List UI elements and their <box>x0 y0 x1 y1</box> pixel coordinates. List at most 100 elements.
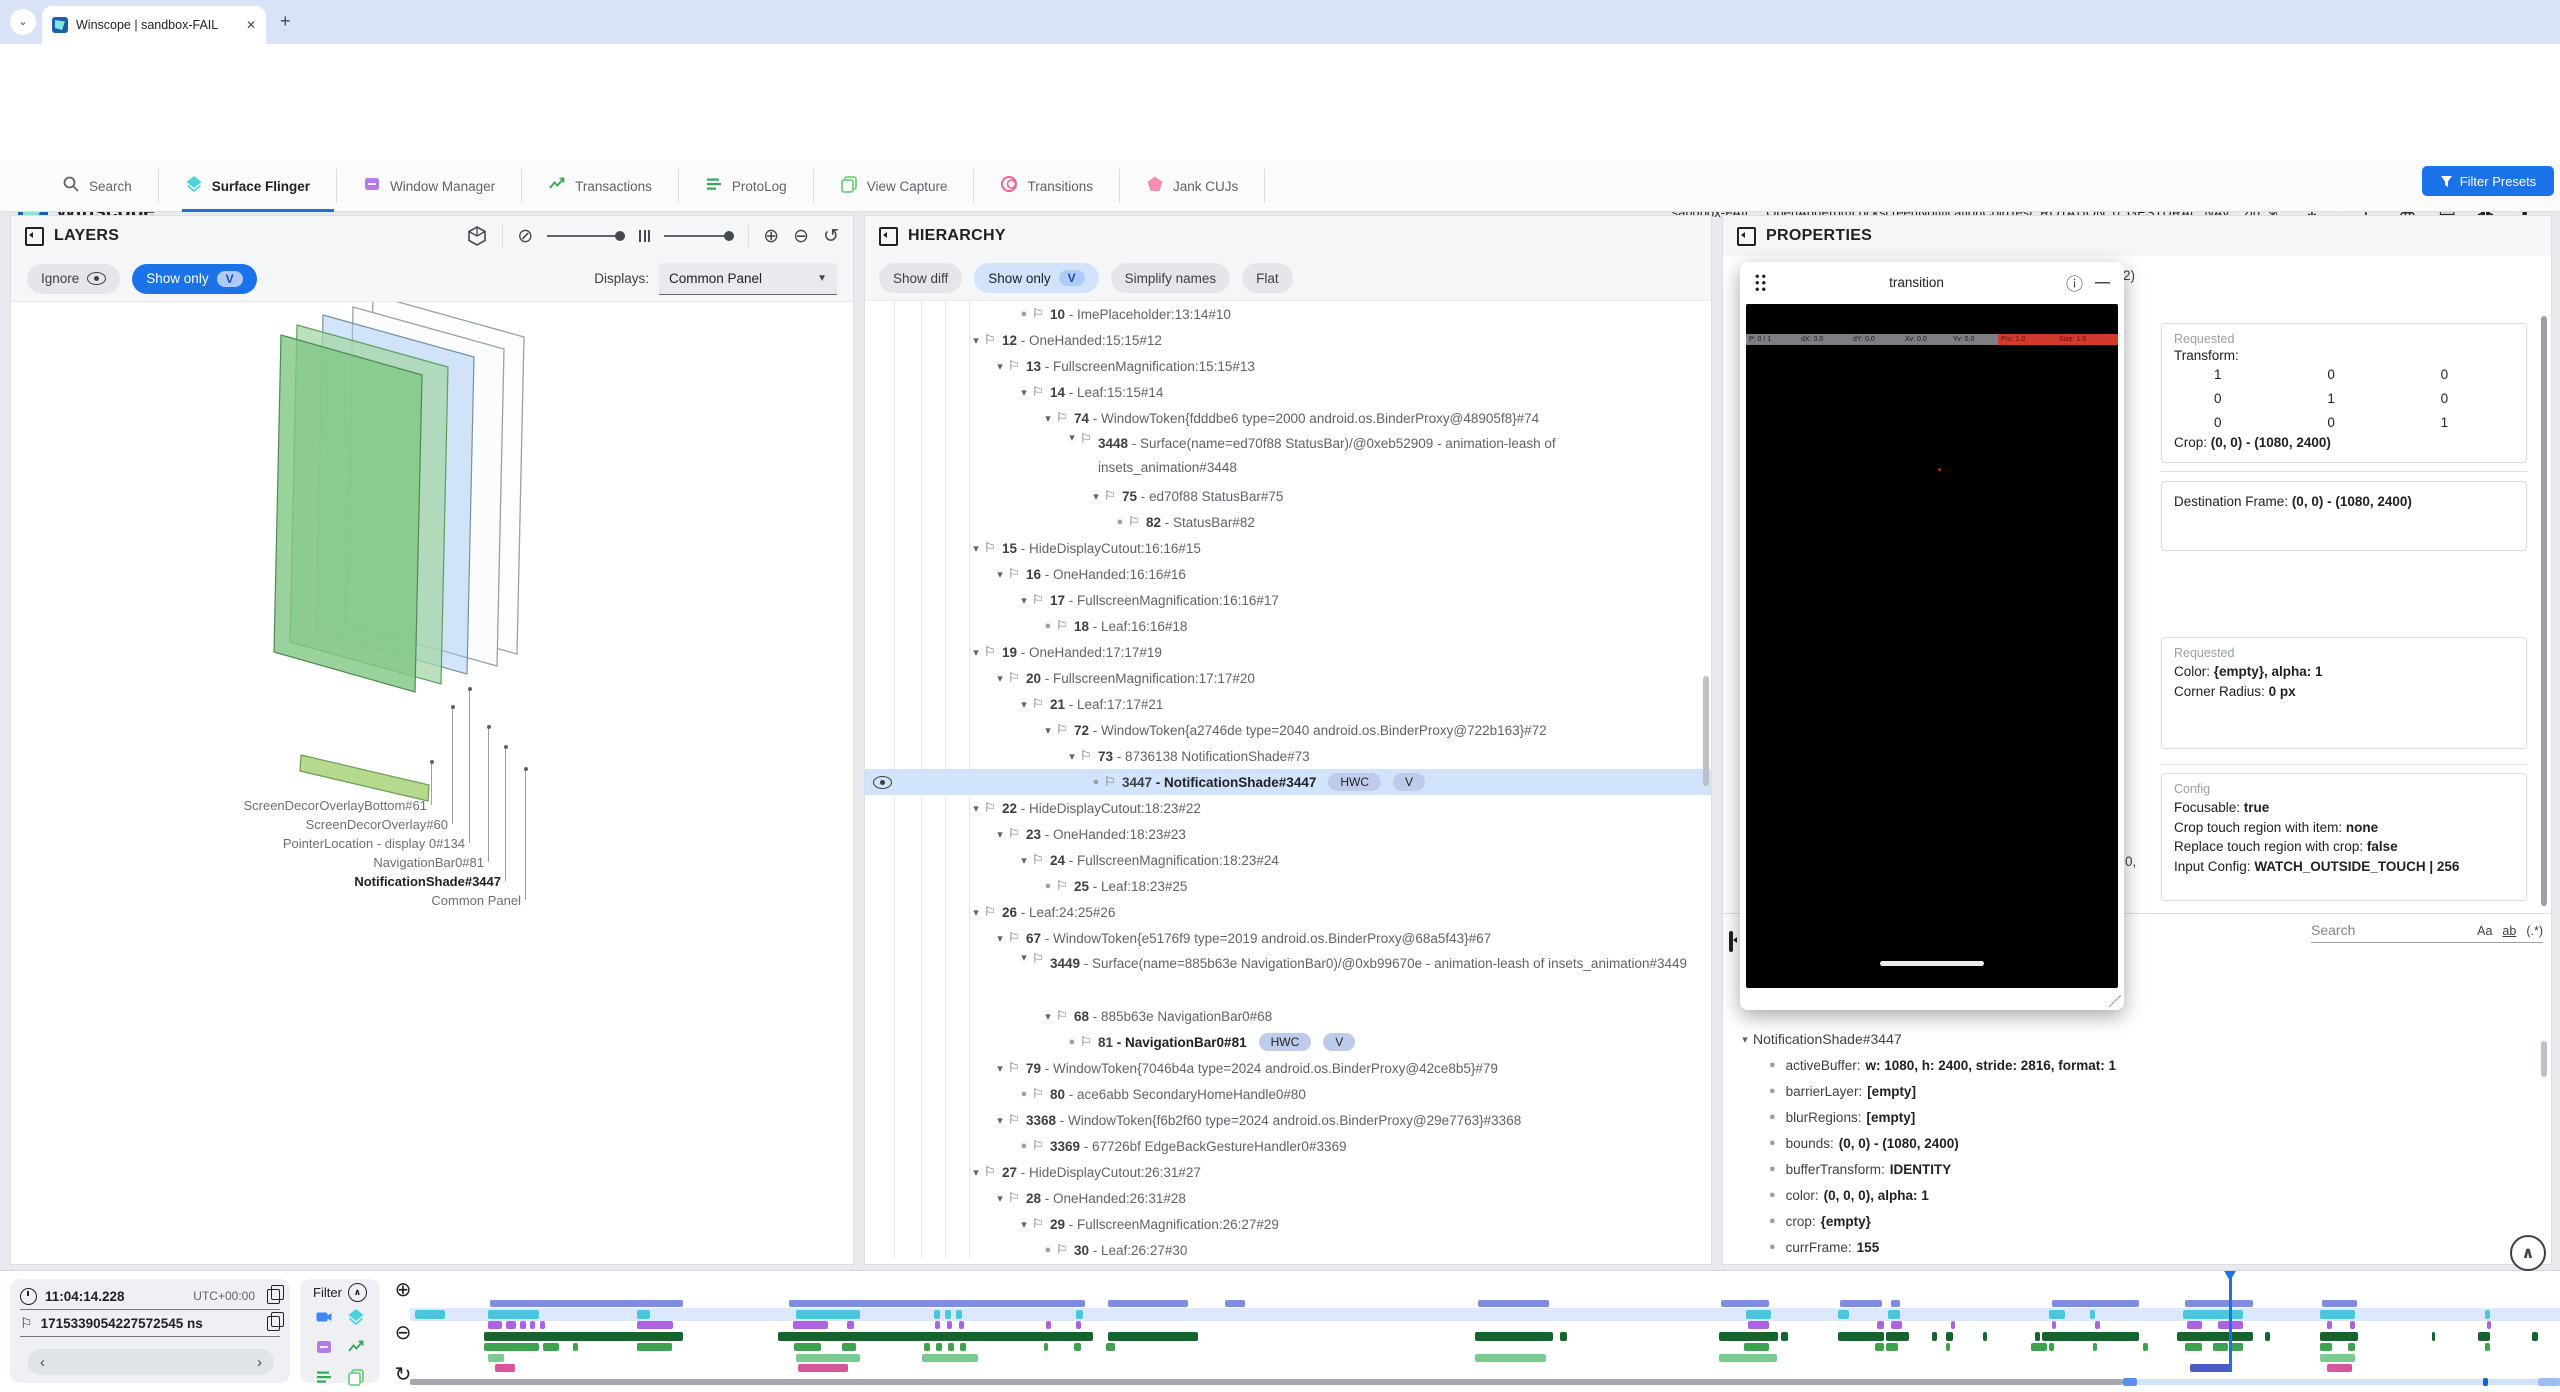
surface-flinger-track-segment[interactable] <box>796 1310 860 1319</box>
transactions-track-segment[interactable] <box>2035 1332 2040 1341</box>
zoom-out-icon[interactable]: ⊖ <box>793 227 809 246</box>
show-only-chip[interactable]: Show onlyV <box>132 264 256 294</box>
resize-handle-icon[interactable] <box>2109 995 2121 1007</box>
tab-surface-flinger[interactable]: Surface Flinger <box>159 169 337 203</box>
surface-flinger-track-segment[interactable] <box>2183 1310 2243 1319</box>
show-in-3d-eye-icon[interactable] <box>873 776 892 792</box>
view-capture-track-segment[interactable] <box>1719 1354 1777 1362</box>
screen-recording-track-segment[interactable] <box>2185 1300 2253 1307</box>
rotation-icon[interactable]: ⊘ <box>517 227 533 246</box>
properties-node-row[interactable]: ▾ NotificationShade#3447 <box>1723 1026 2545 1052</box>
timeline-minimap-light[interactable] <box>2137 1379 2560 1385</box>
caret-down-icon[interactable]: ▾ <box>992 828 1008 841</box>
surface-flinger-icon[interactable] <box>347 1308 365 1331</box>
caret-down-icon[interactable]: ▾ <box>1040 724 1056 737</box>
window-manager-track-segment[interactable] <box>2095 1321 2100 1329</box>
tree-row-18[interactable]: ●⚐18 - Leaf:16:16#18 <box>865 613 1711 639</box>
tree-row-16[interactable]: ▾⚐16 - OneHanded:16:16#16 <box>865 561 1711 587</box>
view-capture-track-segment[interactable] <box>922 1354 978 1362</box>
surface-flinger-track-segment[interactable] <box>945 1310 951 1319</box>
protolog-track-segment[interactable] <box>2143 1343 2148 1351</box>
transactions-icon[interactable] <box>347 1338 365 1361</box>
protolog-track-segment[interactable] <box>484 1343 539 1351</box>
caret-down-icon[interactable]: ▾ <box>1016 854 1032 867</box>
tree-row-80[interactable]: ●⚐80 - ace6abb SecondaryHomeHandle0#80 <box>865 1081 1711 1107</box>
caret-down-icon[interactable]: ▾ <box>1016 1218 1032 1231</box>
caret-down-icon[interactable]: ▾ <box>992 672 1008 685</box>
protolog-track-segment[interactable] <box>2485 1343 2490 1351</box>
caret-down-icon[interactable]: ▾ <box>992 932 1008 945</box>
tree-row-74[interactable]: ▾⚐74 - WindowToken{fdddbe6 type=2000 and… <box>865 405 1711 431</box>
next-frame-icon[interactable]: › <box>257 1354 262 1371</box>
tree-row-81[interactable]: ●⚐81 - NavigationBar0#81HWCV <box>865 1029 1711 1055</box>
ns-time-row[interactable]: ⚐ 1715339054227572545 ns <box>20 1310 280 1337</box>
protolog-track-segment[interactable] <box>543 1343 559 1351</box>
drag-handle-icon[interactable] <box>1754 273 1767 292</box>
copy-icon[interactable] <box>267 1289 280 1304</box>
protolog-track-segment[interactable] <box>960 1343 966 1351</box>
property-row[interactable]: ●dataspace:BT709 sRGB Full range <box>1723 1260 2545 1262</box>
tree-row-3448[interactable]: ▾⚐3448 - Surface(name=ed70f88 StatusBar)… <box>865 431 1711 483</box>
tree-row-13[interactable]: ▾⚐13 - FullscreenMagnification:15:15#13 <box>865 353 1711 379</box>
window-manager-track-segment[interactable] <box>506 1321 516 1329</box>
caret-down-icon[interactable]: ▾ <box>1064 750 1080 763</box>
properties-list-scrollbar[interactable] <box>2541 1041 2547 1077</box>
caret-down-icon[interactable]: ▾ <box>968 802 984 815</box>
timeline-cursor[interactable] <box>2229 1271 2232 1372</box>
caret-down-icon[interactable]: ▾ <box>992 568 1008 581</box>
tree-row-14[interactable]: ▾⚐14 - Leaf:15:15#14 <box>865 379 1711 405</box>
tab-transitions[interactable]: Transitions <box>974 169 1120 203</box>
protolog-track-segment[interactable] <box>1744 1343 1769 1351</box>
window-manager-track-segment[interactable] <box>847 1321 854 1329</box>
window-manager-track-segment[interactable] <box>935 1321 940 1329</box>
browser-tab[interactable]: Winscope | sandbox-FAIL ✕ <box>42 6 266 44</box>
protolog-track-segment[interactable] <box>2093 1343 2097 1351</box>
simplify-names-chip[interactable]: Simplify names <box>1111 263 1231 293</box>
transactions-track-segment[interactable] <box>1946 1332 1953 1341</box>
caret-down-icon[interactable]: ▾ <box>1064 431 1080 444</box>
info-icon[interactable]: ⓘ <box>2066 270 2083 295</box>
tree-row-75[interactable]: ▾⚐75 - ed70f88 StatusBar#75 <box>865 483 1711 509</box>
window-manager-track-segment[interactable] <box>530 1321 535 1329</box>
caret-down-icon[interactable]: ▾ <box>1040 1010 1056 1023</box>
protolog-track-segment[interactable] <box>842 1343 856 1351</box>
property-row[interactable]: ●currFrame:155 <box>1723 1234 2545 1260</box>
protolog-icon[interactable] <box>315 1368 333 1391</box>
transactions-track-segment[interactable] <box>1886 1332 1909 1341</box>
transitions-track-segment[interactable] <box>798 1364 848 1372</box>
property-row[interactable]: ●color:(0, 0, 0), alpha: 1 <box>1723 1182 2545 1208</box>
tab-transactions[interactable]: Transactions <box>522 169 679 203</box>
tree-row-20[interactable]: ▾⚐20 - FullscreenMagnification:17:17#20 <box>865 665 1711 691</box>
caret-down-icon[interactable]: ▾ <box>968 646 984 659</box>
surface-flinger-track-segment[interactable] <box>2320 1310 2355 1319</box>
window-manager-track-segment[interactable] <box>540 1321 545 1329</box>
human-time-row[interactable]: 11:04:14.228 UTC+00:00 <box>20 1283 280 1310</box>
protolog-track-segment[interactable] <box>2031 1343 2047 1351</box>
caret-down-icon[interactable]: ▾ <box>992 1062 1008 1075</box>
screen-recording-track-segment[interactable] <box>2052 1300 2139 1307</box>
caret-down-icon[interactable]: ▾ <box>1737 1033 1753 1046</box>
protolog-track-segment[interactable] <box>2049 1343 2054 1351</box>
transactions-track-segment[interactable] <box>2320 1332 2358 1341</box>
property-row[interactable]: ●barrierLayer:[empty] <box>1723 1078 2545 1104</box>
protolog-track-segment[interactable] <box>2348 1343 2355 1351</box>
caret-down-icon[interactable]: ▾ <box>968 542 984 555</box>
reset-zoom-icon[interactable]: ↻ <box>395 1362 412 1387</box>
tree-row-29[interactable]: ▾⚐29 - FullscreenMagnification:26:27#29 <box>865 1211 1711 1237</box>
screen-recording-track-segment[interactable] <box>490 1300 683 1307</box>
transactions-track-segment[interactable] <box>1475 1332 1553 1341</box>
window-manager-track-segment[interactable] <box>1877 1321 1884 1329</box>
transactions-track-segment[interactable] <box>2265 1332 2270 1341</box>
tree-row-21[interactable]: ▾⚐21 - Leaf:17:17#21 <box>865 691 1711 717</box>
tree-row-12[interactable]: ▾⚐12 - OneHanded:15:15#12 <box>865 327 1711 353</box>
protolog-track-segment[interactable] <box>2320 1343 2332 1351</box>
collapse-panel-icon[interactable] <box>25 227 44 246</box>
transactions-track-segment[interactable] <box>1983 1332 1987 1341</box>
window-manager-icon[interactable] <box>315 1338 333 1361</box>
properties-scrollbar[interactable] <box>2541 316 2547 906</box>
tree-row-72[interactable]: ▾⚐72 - WindowToken{a2746de type=2040 and… <box>865 717 1711 743</box>
window-manager-track-segment[interactable] <box>1076 1321 1081 1329</box>
property-row[interactable]: ●crop:{empty} <box>1723 1208 2545 1234</box>
window-manager-track-segment[interactable] <box>2350 1321 2355 1329</box>
collapse-panel-icon[interactable] <box>1729 931 1733 952</box>
